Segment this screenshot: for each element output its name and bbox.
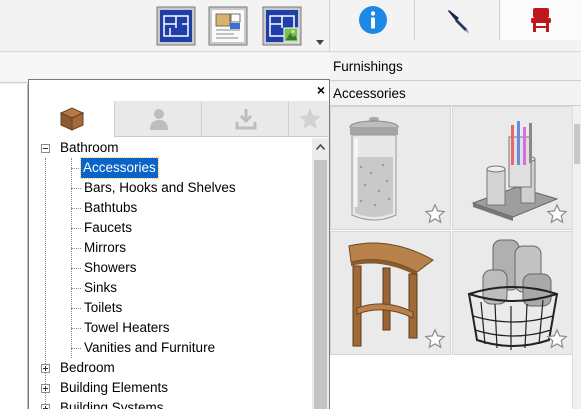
catalog-item-wooden-corner-stool[interactable]: [330, 231, 451, 355]
tree-node-toilets[interactable]: Toilets: [84, 298, 122, 318]
plan-canvas[interactable]: [0, 84, 28, 409]
tree-scroll-thumb[interactable]: [314, 160, 327, 409]
tree-node-building-elements[interactable]: Building Elements: [60, 378, 168, 398]
plan-3d-icon: [262, 6, 302, 46]
tab-library[interactable]: [29, 101, 115, 138]
plan-document-button[interactable]: [208, 6, 248, 46]
tree-node-accessories[interactable]: Accessories: [80, 157, 159, 179]
catalog-item-glass-canister[interactable]: [330, 106, 451, 230]
tab-pen[interactable]: [416, 0, 500, 40]
tab-download[interactable]: [203, 101, 289, 137]
library-box-icon: [59, 107, 84, 131]
collapse-toggle[interactable]: [41, 144, 50, 153]
pen-icon: [447, 10, 469, 33]
tree-node-showers[interactable]: Showers: [84, 258, 137, 278]
tree-node-bathroom[interactable]: Bathroom: [60, 138, 119, 158]
tree-node-mirrors[interactable]: Mirrors: [84, 238, 126, 258]
main-toolbar: [0, 0, 581, 52]
category-tree: Bathroom Accessories Bars, Hooks and She…: [29, 138, 312, 409]
star-icon: [298, 108, 321, 129]
catalog-header: Furnishings: [330, 53, 581, 81]
tree-node-bathtubs[interactable]: Bathtubs: [84, 198, 137, 218]
star-icon[interactable]: [424, 203, 446, 225]
tree-node-building-systems[interactable]: Building Systems: [60, 398, 164, 409]
plan-3d-button[interactable]: [262, 6, 302, 46]
catalog-subheader: Accessories: [330, 82, 581, 106]
plan-view-button[interactable]: [156, 6, 196, 46]
chair-icon: [531, 8, 551, 32]
catalog-scrollbar[interactable]: [572, 106, 581, 409]
tree-scrollbar[interactable]: [312, 138, 329, 409]
expand-toggle[interactable]: [41, 404, 50, 409]
catalog-item-toothbrush-holder-set[interactable]: [452, 106, 573, 230]
close-icon[interactable]: ×: [314, 82, 328, 98]
tree-node-bars-hooks-shelves[interactable]: Bars, Hooks and Shelves: [84, 178, 236, 198]
plan-document-icon: [208, 6, 248, 46]
chevron-down-icon[interactable]: [316, 40, 324, 46]
library-window-titlebar[interactable]: [29, 80, 329, 100]
expand-toggle[interactable]: [41, 384, 50, 393]
star-icon[interactable]: [546, 328, 568, 350]
catalog-grid: [330, 106, 581, 409]
toolbar-separator: [329, 0, 330, 52]
plan-view-icon: [156, 6, 196, 46]
user-icon: [149, 109, 168, 130]
tab-info[interactable]: [331, 0, 415, 40]
expand-toggle[interactable]: [41, 364, 50, 373]
star-icon[interactable]: [424, 328, 446, 350]
library-window: × Bathroom Accessories Bars, Hooks and S…: [28, 79, 330, 409]
star-icon[interactable]: [546, 203, 568, 225]
tab-user[interactable]: [116, 101, 202, 137]
tab-furniture[interactable]: [501, 0, 581, 40]
tree-node-bedroom[interactable]: Bedroom: [60, 358, 115, 378]
catalog-scroll-thumb[interactable]: [574, 124, 580, 164]
tree-node-towel-heaters[interactable]: Towel Heaters: [84, 318, 170, 338]
tab-favorites[interactable]: [290, 101, 329, 137]
chevron-up-icon[interactable]: [316, 144, 325, 150]
info-icon: [358, 6, 387, 34]
download-icon: [235, 109, 256, 130]
tree-node-vanities-furniture[interactable]: Vanities and Furniture: [84, 338, 215, 358]
tree-node-sinks[interactable]: Sinks: [84, 278, 117, 298]
library-tabs: [29, 101, 329, 138]
catalog-item-wire-basket-towels[interactable]: [452, 231, 573, 355]
tree-node-faucets[interactable]: Faucets: [84, 218, 132, 238]
